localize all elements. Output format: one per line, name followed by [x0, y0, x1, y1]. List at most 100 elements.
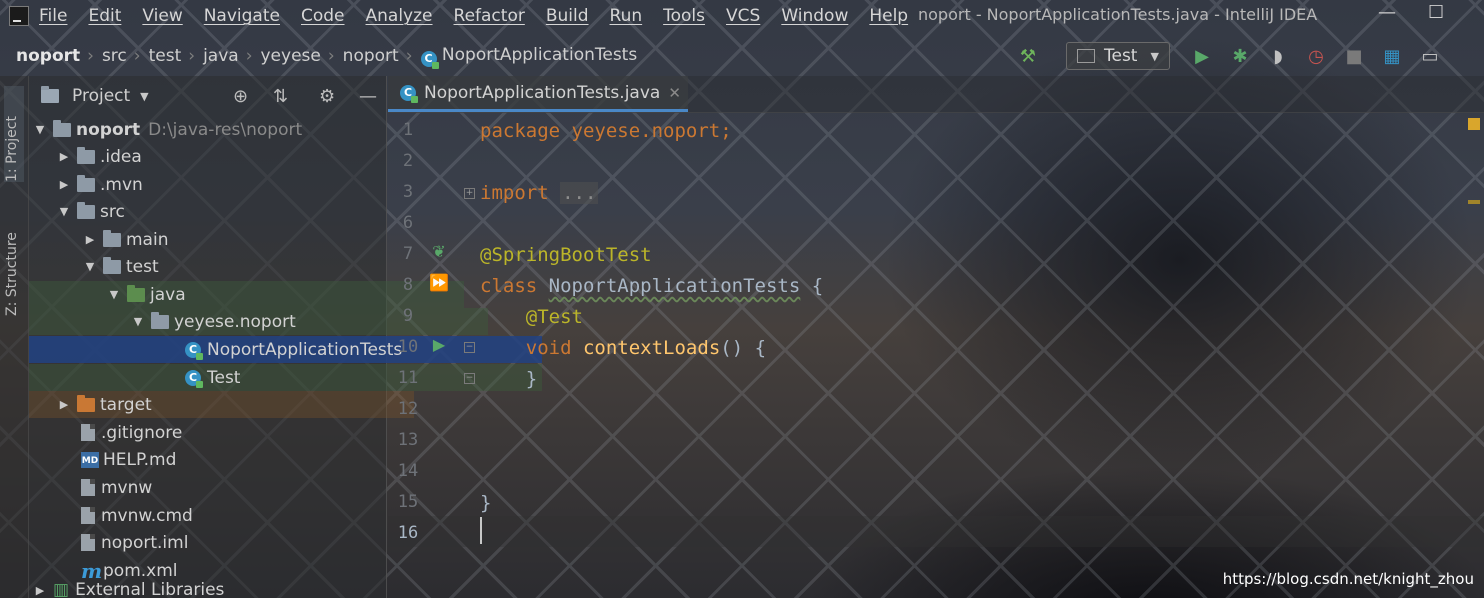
close-icon[interactable]: ✕ — [668, 84, 681, 102]
fold-end-icon[interactable]: − — [464, 373, 475, 384]
build-hammer-icon[interactable]: ⚒ — [1016, 44, 1040, 68]
menu-view[interactable]: View — [142, 6, 182, 26]
expand-arrow-icon[interactable]: ▼ — [131, 315, 145, 328]
menu-code[interactable]: Code — [301, 6, 345, 26]
menu-analyze[interactable]: Analyze — [366, 6, 433, 26]
run-icon[interactable]: ▶ — [1190, 44, 1214, 68]
tree-item-label: HELP.md — [103, 449, 177, 470]
tree-item-pom-xml[interactable]: m pom.xml — [29, 557, 438, 584]
code-editor[interactable]: package yeyese.noport; import ... @Sprin… — [480, 114, 1460, 598]
window-title: noport - NoportApplicationTests.java - I… — [918, 5, 1318, 24]
tree-item-help-md[interactable]: MD HELP.md — [29, 446, 438, 473]
tree-item-test[interactable]: ▼ test — [29, 253, 440, 280]
watermark: https://blog.csdn.net/knight_zhou — [1222, 570, 1474, 588]
tree-item-label: External Libraries — [75, 582, 225, 598]
collapsed-arrow-icon[interactable]: ▶ — [83, 233, 97, 246]
collapsed-arrow-icon[interactable]: ▶ — [33, 584, 47, 597]
project-panel-title[interactable]: Project — [72, 86, 130, 106]
tree-item-mvn[interactable]: ▶ .mvn — [29, 171, 414, 198]
hide-panel-icon[interactable]: — — [359, 86, 377, 107]
breadcrumb-test[interactable]: test — [149, 46, 182, 66]
fold-collapse-icon[interactable]: − — [464, 342, 475, 353]
tree-item-noport-iml[interactable]: noport.iml — [29, 529, 438, 556]
run-test-icon[interactable]: ▶ — [428, 335, 450, 354]
breadcrumb-class[interactable]: C NoportApplicationTests — [420, 45, 637, 69]
breadcrumb-java[interactable]: java — [203, 46, 239, 66]
tree-item-mvnw-cmd[interactable]: mvnw.cmd — [29, 502, 438, 529]
navigation-bar: noport › src › test › java › yeyese › no… — [0, 38, 1484, 74]
menu-window[interactable]: Window — [781, 6, 848, 26]
tree-item-src[interactable]: ▼ src — [29, 198, 414, 225]
tree-item-label: noport — [76, 119, 141, 140]
tree-item-external-libraries[interactable]: ▶ ▥ External Libraries — [29, 582, 390, 598]
run-all-tests-icon[interactable]: ⏩ — [428, 273, 450, 292]
collapsed-arrow-icon[interactable]: ▶ — [57, 178, 71, 191]
structure-tool-tab[interactable]: Z: Structure — [4, 206, 24, 316]
spring-bean-leaf-icon[interactable]: ❦ — [428, 242, 450, 261]
tree-item-mvnw[interactable]: mvnw — [29, 474, 438, 501]
menu-tools[interactable]: Tools — [663, 6, 705, 26]
line-number: 12 — [397, 399, 419, 419]
menu-vcs[interactable]: VCS — [726, 6, 760, 26]
code-line-3: import ... — [480, 178, 599, 209]
line-number: 8 — [402, 275, 414, 295]
code-line-9: @Test — [480, 302, 583, 333]
profile-icon[interactable]: ◷ — [1304, 44, 1328, 68]
coverage-icon[interactable]: ◗ — [1266, 44, 1290, 68]
fold-expand-icon[interactable]: + — [464, 188, 475, 199]
excluded-folder-icon — [77, 394, 95, 412]
maximize-button[interactable]: ☐ — [1428, 2, 1444, 23]
menu-file[interactable]: File — [39, 6, 67, 26]
menu-run[interactable]: Run — [610, 6, 643, 26]
test-sources-folder-icon — [127, 284, 145, 302]
minimize-button[interactable]: — — [1378, 2, 1396, 23]
expand-arrow-icon[interactable]: ▼ — [83, 260, 97, 273]
code-text: } — [525, 368, 538, 390]
code-line-10: void contextLoads() { — [480, 333, 766, 364]
tree-item-idea[interactable]: ▶ .idea — [29, 143, 414, 170]
menu-edit[interactable]: Edit — [88, 6, 121, 26]
breadcrumb-noport[interactable]: noport — [16, 46, 80, 66]
project-structure-icon[interactable]: ▦ — [1380, 44, 1404, 68]
menu-navigate[interactable]: Navigate — [204, 6, 280, 26]
expand-arrow-icon[interactable]: ▼ — [33, 123, 47, 136]
run-configuration-select[interactable]: Test ▼ — [1066, 42, 1170, 70]
folder-icon — [103, 229, 121, 247]
tree-item-target[interactable]: ▶ target — [29, 391, 414, 418]
debug-icon[interactable]: ✱ — [1228, 44, 1252, 68]
inspection-status-icon[interactable] — [1468, 118, 1480, 130]
breadcrumb-src[interactable]: src — [102, 46, 127, 66]
expand-arrow-icon[interactable]: ▼ — [57, 205, 71, 218]
tree-item-gitignore[interactable]: .gitignore — [29, 419, 438, 446]
module-folder-icon — [53, 119, 71, 137]
line-number: 10 — [397, 337, 419, 357]
gear-icon[interactable]: ⚙ — [319, 86, 335, 107]
breadcrumb-yeyese[interactable]: yeyese — [261, 46, 321, 66]
keyword: void — [525, 337, 572, 359]
folded-imports[interactable]: ... — [560, 182, 599, 204]
line-number: 14 — [397, 461, 419, 481]
editor-tab-noport-application-tests[interactable]: C NoportApplicationTests.java ✕ — [388, 76, 688, 112]
terminal-icon[interactable]: ▭ — [1418, 44, 1442, 68]
collapsed-arrow-icon[interactable]: ▶ — [57, 398, 71, 411]
tree-item-root[interactable]: ▼ noport D:\java-res\noport — [29, 116, 390, 143]
stop-icon[interactable]: ■ — [1342, 44, 1366, 68]
tree-item-label: main — [126, 229, 169, 250]
collapse-all-icon[interactable]: ⇅ — [273, 86, 288, 107]
menu-build[interactable]: Build — [546, 6, 589, 26]
project-panel: Project ▼ ⊕ ⇅ ⚙ — ▼ noport D:\java-res\n… — [29, 76, 542, 598]
menu-refactor[interactable]: Refactor — [454, 6, 525, 26]
keyword: class — [480, 275, 538, 297]
project-panel-header: Project ▼ ⊕ ⇅ ⚙ — — [29, 76, 386, 116]
folder-icon — [103, 256, 121, 274]
code-text: () { — [720, 337, 767, 359]
breadcrumb-noport-package[interactable]: noport — [343, 46, 399, 66]
collapsed-arrow-icon[interactable]: ▶ — [57, 150, 71, 163]
chevron-down-icon[interactable]: ▼ — [140, 90, 148, 103]
expand-arrow-icon[interactable]: ▼ — [107, 288, 121, 301]
menu-help[interactable]: Help — [869, 6, 908, 26]
tree-item-main[interactable]: ▶ main — [29, 226, 440, 253]
locate-target-icon[interactable]: ⊕ — [233, 86, 248, 107]
error-stripe-marker[interactable] — [1468, 200, 1480, 204]
project-tool-tab[interactable]: 1: Project — [4, 86, 24, 182]
